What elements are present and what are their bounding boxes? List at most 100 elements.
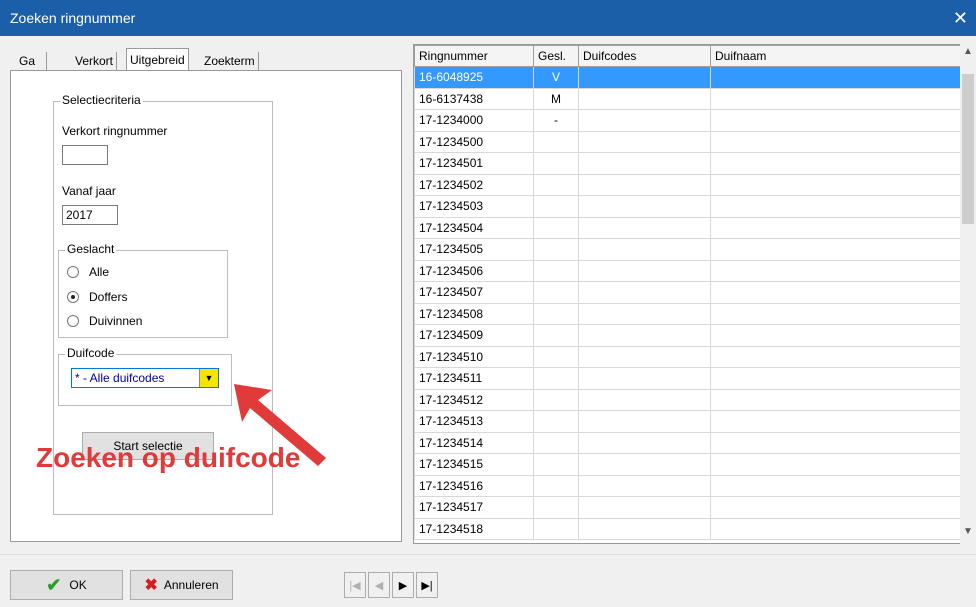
- table-row[interactable]: 17-1234507: [414, 281, 960, 304]
- table-row[interactable]: 17-1234513: [414, 410, 960, 433]
- cell-geslacht: [533, 152, 579, 175]
- column-header-duifcodes[interactable]: Duifcodes: [578, 45, 711, 67]
- table-row[interactable]: 17-1234508: [414, 302, 960, 325]
- gender-radio-duivinnen[interactable]: Duivinnen: [67, 314, 142, 328]
- cell-geslacht: [533, 474, 579, 497]
- cell-ringnummer: 17-1234000: [414, 109, 534, 132]
- short-ring-input[interactable]: [62, 145, 108, 165]
- cancel-button[interactable]: ✖ Annuleren: [130, 570, 233, 600]
- gender-radio-all[interactable]: Alle: [67, 265, 109, 279]
- cell-geslacht: [533, 195, 579, 218]
- cell-duifnaam: [710, 109, 960, 132]
- window-title: Zoeken ringnummer: [10, 10, 136, 26]
- grid-header-row: Ringnummer Gesl. Duifcodes Duifnaam: [414, 45, 960, 67]
- cell-duifcodes: [578, 388, 711, 411]
- table-row[interactable]: 17-1234510: [414, 345, 960, 368]
- column-header-ringnummer[interactable]: Ringnummer: [414, 45, 534, 67]
- cell-duifnaam: [710, 130, 960, 153]
- scroll-down-icon[interactable]: ▼: [960, 526, 976, 542]
- cell-duifnaam: [710, 388, 960, 411]
- cell-duifcodes: [578, 431, 711, 454]
- duifcode-select-value: * - Alle duifcodes: [75, 371, 165, 385]
- cell-duifnaam: [710, 517, 960, 540]
- table-row[interactable]: 17-1234506: [414, 259, 960, 282]
- ok-label: OK: [69, 578, 87, 592]
- previous-record-button[interactable]: ◀: [368, 572, 390, 598]
- cell-ringnummer: 17-1234516: [414, 474, 534, 497]
- cell-geslacht: [533, 410, 579, 433]
- scrollbar-thumb[interactable]: [962, 74, 974, 224]
- cell-ringnummer: 17-1234505: [414, 238, 534, 261]
- table-row[interactable]: 17-1234509: [414, 324, 960, 347]
- table-row[interactable]: 17-1234503: [414, 195, 960, 218]
- last-record-button[interactable]: ▶|: [416, 572, 438, 598]
- tab-zoekterm[interactable]: Zoekterm: [201, 52, 259, 70]
- cell-duifcodes: [578, 66, 711, 89]
- cell-geslacht: [533, 216, 579, 239]
- cell-duifcodes: [578, 367, 711, 390]
- tab-verkort[interactable]: Verkort: [72, 52, 118, 70]
- cell-ringnummer: 17-1234507: [414, 281, 534, 304]
- duifcode-label: Duifcode: [65, 346, 117, 360]
- cell-duifnaam: [710, 345, 960, 368]
- cell-ringnummer: 17-1234514: [414, 431, 534, 454]
- next-record-button[interactable]: ▶: [392, 572, 414, 598]
- cell-duifcodes: [578, 281, 711, 304]
- tab-ga-naar[interactable]: Ga naar: [16, 52, 48, 86]
- duifcode-group: Duifcode * - Alle duifcodes ▼: [58, 346, 232, 406]
- cell-geslacht: [533, 130, 579, 153]
- cross-icon: ✖: [144, 577, 158, 594]
- chevron-down-icon[interactable]: ▼: [199, 369, 218, 387]
- cell-duifnaam: [710, 410, 960, 433]
- table-row[interactable]: 17-1234505: [414, 238, 960, 261]
- cell-ringnummer: 17-1234506: [414, 259, 534, 282]
- gender-radio-doffers[interactable]: Doffers: [67, 290, 127, 304]
- cell-ringnummer: 17-1234502: [414, 173, 534, 196]
- cell-duifcodes: [578, 238, 711, 261]
- vertical-scrollbar[interactable]: ▲ ▼: [960, 44, 976, 544]
- table-row[interactable]: 17-1234504: [414, 216, 960, 239]
- gender-option-doffers: Doffers: [89, 290, 128, 304]
- column-header-geslacht[interactable]: Gesl.: [533, 45, 579, 67]
- cell-duifcodes: [578, 324, 711, 347]
- cell-geslacht: -: [533, 109, 579, 132]
- cell-duifnaam: [710, 324, 960, 347]
- table-row[interactable]: 17-1234516: [414, 474, 960, 497]
- results-grid: Ringnummer Gesl. Duifcodes Duifnaam 16-6…: [413, 44, 961, 544]
- table-row[interactable]: 16-6137438 M: [414, 87, 960, 110]
- table-row[interactable]: 17-1234512: [414, 388, 960, 411]
- table-row[interactable]: 17-1234511: [414, 367, 960, 390]
- cell-duifcodes: [578, 496, 711, 519]
- table-row[interactable]: 16-6048925 V: [414, 66, 960, 89]
- table-row[interactable]: 17-1234501: [414, 152, 960, 175]
- table-row[interactable]: 17-1234518: [414, 517, 960, 540]
- cell-geslacht: [533, 281, 579, 304]
- close-icon[interactable]: ✕: [953, 8, 968, 29]
- cell-duifcodes: [578, 410, 711, 433]
- cell-duifnaam: [710, 87, 960, 110]
- table-row[interactable]: 17-1234000-: [414, 109, 960, 132]
- cell-duifnaam: [710, 195, 960, 218]
- cell-geslacht: [533, 517, 579, 540]
- tab-uitgebreid[interactable]: Uitgebreid: [126, 48, 189, 71]
- table-row[interactable]: 17-1234502: [414, 173, 960, 196]
- first-record-button[interactable]: |◀: [344, 572, 366, 598]
- cell-duifcodes: [578, 87, 711, 110]
- from-year-input[interactable]: [62, 205, 118, 225]
- cell-duifnaam: [710, 453, 960, 476]
- cell-ringnummer: 16-6048925: [414, 66, 534, 89]
- table-row[interactable]: 17-1234517: [414, 496, 960, 519]
- table-row[interactable]: 17-1234515: [414, 453, 960, 476]
- cell-duifcodes: [578, 474, 711, 497]
- cell-duifnaam: [710, 216, 960, 239]
- column-header-duifnaam[interactable]: Duifnaam: [710, 45, 960, 67]
- ok-button[interactable]: ✔ OK: [10, 570, 123, 600]
- table-row[interactable]: 17-1234514: [414, 431, 960, 454]
- cell-duifnaam: [710, 474, 960, 497]
- duifcode-select[interactable]: * - Alle duifcodes ▼: [71, 368, 219, 388]
- scroll-up-icon[interactable]: ▲: [960, 46, 976, 62]
- cell-geslacht: [533, 324, 579, 347]
- cell-duifnaam: [710, 496, 960, 519]
- cell-geslacht: [533, 345, 579, 368]
- table-row[interactable]: 17-1234500: [414, 130, 960, 153]
